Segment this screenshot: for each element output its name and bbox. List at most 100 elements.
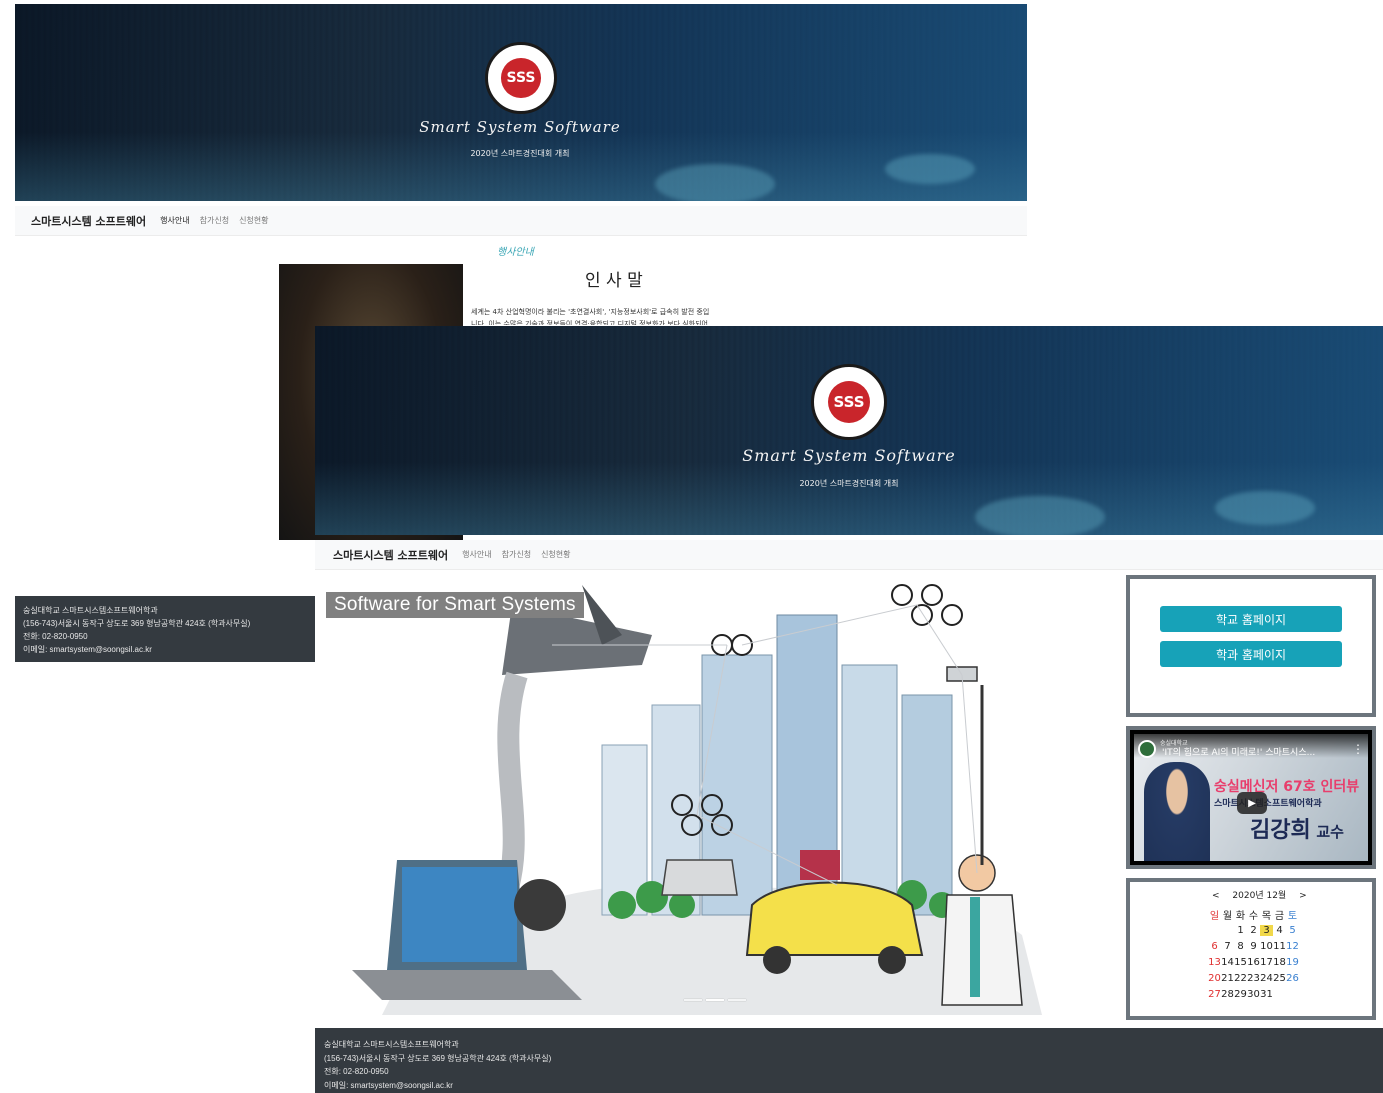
channel-avatar-icon xyxy=(1138,740,1156,758)
video-thumbnail[interactable]: 숭실대학교 'IT의 힘으로 AI의 미래로!' 스마트시스... ⋮ 숭실메신… xyxy=(1134,734,1368,861)
calendar-grid: 일 월 화 수 목 금 토 1 2 3 4 5 6 7 8 9 10 11 12 13 14 15 16 17 18 19 20 21… xyxy=(1208,906,1299,1002)
carousel-indicator[interactable] xyxy=(728,999,746,1001)
calendar-day[interactable]: 2 xyxy=(1247,925,1260,936)
footer-phone: 전화: 02-820-0950 xyxy=(324,1067,389,1076)
quick-links-panel: 학교 홈페이지 학과 홈페이지 xyxy=(1126,575,1376,717)
logo-emblem-icon: SSS xyxy=(811,364,887,440)
hero-glow xyxy=(975,496,1105,535)
calendar-day[interactable]: 1 xyxy=(1234,925,1247,936)
calendar-day[interactable]: 6 xyxy=(1208,941,1221,952)
back-hero-title: Smart System Software xyxy=(419,118,621,136)
calendar-header: < 2020년 12월 > xyxy=(1212,888,1307,901)
calendar-prev-button[interactable]: < xyxy=(1212,891,1220,901)
calendar-weekday: 금 xyxy=(1274,910,1285,922)
smart-city-illustration xyxy=(352,584,1042,1015)
calendar-week-row: 13 14 15 16 17 18 19 xyxy=(1208,954,1299,970)
calendar-day[interactable]: 13 xyxy=(1208,957,1221,968)
calendar-day[interactable]: 17 xyxy=(1260,957,1273,968)
calendar-day[interactable]: 7 xyxy=(1221,941,1234,952)
video-name-text: 김강희 xyxy=(1250,818,1311,843)
calendar-day[interactable]: 5 xyxy=(1286,925,1299,936)
carousel-indicators xyxy=(684,999,746,1001)
nav-status[interactable]: 신청현황 xyxy=(541,549,570,560)
calendar-day[interactable]: 18 xyxy=(1273,957,1286,968)
calendar-week-row: 6 7 8 9 10 11 12 xyxy=(1208,938,1299,954)
calendar-day[interactable]: 4 xyxy=(1273,925,1286,936)
nav-brand[interactable]: 스마트시스템 소프트웨어 xyxy=(333,547,448,563)
calendar-weekday: 월 xyxy=(1222,910,1233,922)
calendar-weekday: 일 xyxy=(1209,910,1220,922)
back-footer: 숭실대학교 스마트시스템소프트웨어학과 (156-743)서울시 동작구 상도로… xyxy=(15,596,315,662)
calendar-weekday: 화 xyxy=(1235,910,1246,922)
main-carousel[interactable]: Software for Smart Systems xyxy=(322,575,1117,1015)
back-hero-glow xyxy=(655,164,775,201)
calendar-month-label: 2020년 12월 xyxy=(1232,891,1287,901)
calendar-day[interactable]: 19 xyxy=(1286,957,1299,968)
back-footer-address: (156-743)서울시 동작구 상도로 369 형남공학관 424호 (학과사… xyxy=(23,619,251,628)
calendar-day[interactable]: 31 xyxy=(1260,989,1273,1000)
carousel-indicator[interactable] xyxy=(706,999,724,1001)
back-greeting-line: 니다. 이는 수많은 기술과 정보들이 연결·융합되고 디지털 정보화가 보다 … xyxy=(471,320,708,325)
calendar-day[interactable]: 20 xyxy=(1208,973,1221,984)
video-panel: 숭실대학교 'IT의 힘으로 AI의 미래로!' 스마트시스... ⋮ 숭실메신… xyxy=(1126,726,1376,869)
video-role-text: 교수 xyxy=(1316,823,1344,841)
calendar-day[interactable]: 30 xyxy=(1247,989,1260,1000)
carousel-indicator[interactable] xyxy=(684,999,702,1001)
calendar-week-row: 20 21 22 23 24 25 26 xyxy=(1208,970,1299,986)
calendar-day[interactable]: 15 xyxy=(1234,957,1247,968)
calendar-next-button[interactable]: > xyxy=(1299,891,1307,901)
calendar-day[interactable]: 29 xyxy=(1234,989,1247,1000)
calendar-day[interactable]: 22 xyxy=(1234,973,1247,984)
back-nav-status[interactable]: 신청현황 xyxy=(239,215,268,226)
back-footer-phone: 전화: 02-820-0950 xyxy=(23,632,88,641)
calendar-day[interactable]: 8 xyxy=(1234,941,1247,952)
calendar-day[interactable]: 11 xyxy=(1273,941,1286,952)
back-nav-brand[interactable]: 스마트시스템 소프트웨어 xyxy=(31,213,146,229)
nav-event-info[interactable]: 행사안내 xyxy=(462,549,491,560)
footer-email: 이메일: smartsystem@soongsil.ac.kr xyxy=(324,1080,453,1090)
video-dept: 스마트시스템소프트웨어학과 xyxy=(1214,799,1322,809)
main-navbar: 스마트시스템 소프트웨어 행사안내 참가신청 신청현황 xyxy=(315,540,1383,570)
calendar-day[interactable]: 3 xyxy=(1260,924,1273,936)
nav-apply[interactable]: 참가신청 xyxy=(502,549,531,560)
footer-address: (156-743)서울시 동작구 상도로 369 형남공학관 424호 (학과사… xyxy=(324,1053,552,1063)
calendar-weekday: 토 xyxy=(1287,910,1298,922)
back-footer-email: 이메일: smartsystem@soongsil.ac.kr xyxy=(23,645,152,654)
back-hero-subtitle: 2020년 스마트경진대회 개최 xyxy=(470,149,570,158)
calendar-day[interactable]: 14 xyxy=(1221,957,1234,968)
calendar-week-row: 27 28 29 30 31 xyxy=(1208,986,1299,1002)
play-icon[interactable]: ▶ xyxy=(1237,792,1267,814)
calendar-weekday-row: 일월화수목금토 xyxy=(1208,906,1299,922)
calendar-day[interactable]: 12 xyxy=(1286,941,1299,952)
video-headline: 숭실메신저 67호 인터뷰 xyxy=(1214,779,1360,795)
hero-title: Smart System Software xyxy=(742,446,956,465)
video-title: 'IT의 힘으로 AI의 미래로!' 스마트시스... xyxy=(1162,748,1316,758)
calendar-day[interactable]: 10 xyxy=(1260,941,1273,952)
dept-homepage-button[interactable]: 학과 홈페이지 xyxy=(1160,641,1342,667)
calendar-day[interactable]: 25 xyxy=(1273,973,1286,984)
more-vert-icon[interactable]: ⋮ xyxy=(1352,743,1364,755)
calendar-day[interactable]: 28 xyxy=(1221,989,1234,1000)
school-homepage-button[interactable]: 학교 홈페이지 xyxy=(1160,606,1342,632)
back-greeting-title: 인 사 말 xyxy=(585,271,643,291)
back-nav-apply[interactable]: 참가신청 xyxy=(200,215,229,226)
calendar-panel: < 2020년 12월 > 일 월 화 수 목 금 토 1 2 3 4 5 6 7 8 9 10 11 12 13 14… xyxy=(1126,878,1376,1020)
calendar-week-row: 12345 xyxy=(1208,922,1299,938)
calendar-day[interactable]: 27 xyxy=(1208,989,1221,1000)
calendar-day[interactable]: 23 xyxy=(1247,973,1260,984)
calendar-day[interactable]: 26 xyxy=(1286,973,1299,984)
calendar-day[interactable]: 9 xyxy=(1247,941,1260,952)
back-section-label: 행사안내 xyxy=(497,247,534,258)
calendar-day[interactable]: 16 xyxy=(1247,957,1260,968)
back-navbar: 스마트시스템 소프트웨어 행사안내 참가신청 신청현황 xyxy=(15,206,1027,236)
hero-subtitle: 2020년 스마트경진대회 개최 xyxy=(799,479,899,488)
calendar-weekday: 수 xyxy=(1248,910,1259,922)
hero-banner: SSS Smart System Software 2020년 스마트경진대회 … xyxy=(315,326,1383,535)
calendar-day[interactable]: 24 xyxy=(1260,973,1273,984)
back-nav-event-info[interactable]: 행사안내 xyxy=(160,215,189,226)
back-hero-glow xyxy=(885,154,975,184)
footer-dept: 숭실대학교 스마트시스템소프트웨어학과 xyxy=(324,1040,459,1049)
hero-glow xyxy=(1215,491,1315,525)
calendar-day[interactable]: 21 xyxy=(1221,973,1234,984)
carousel-caption: Software for Smart Systems xyxy=(326,592,584,618)
